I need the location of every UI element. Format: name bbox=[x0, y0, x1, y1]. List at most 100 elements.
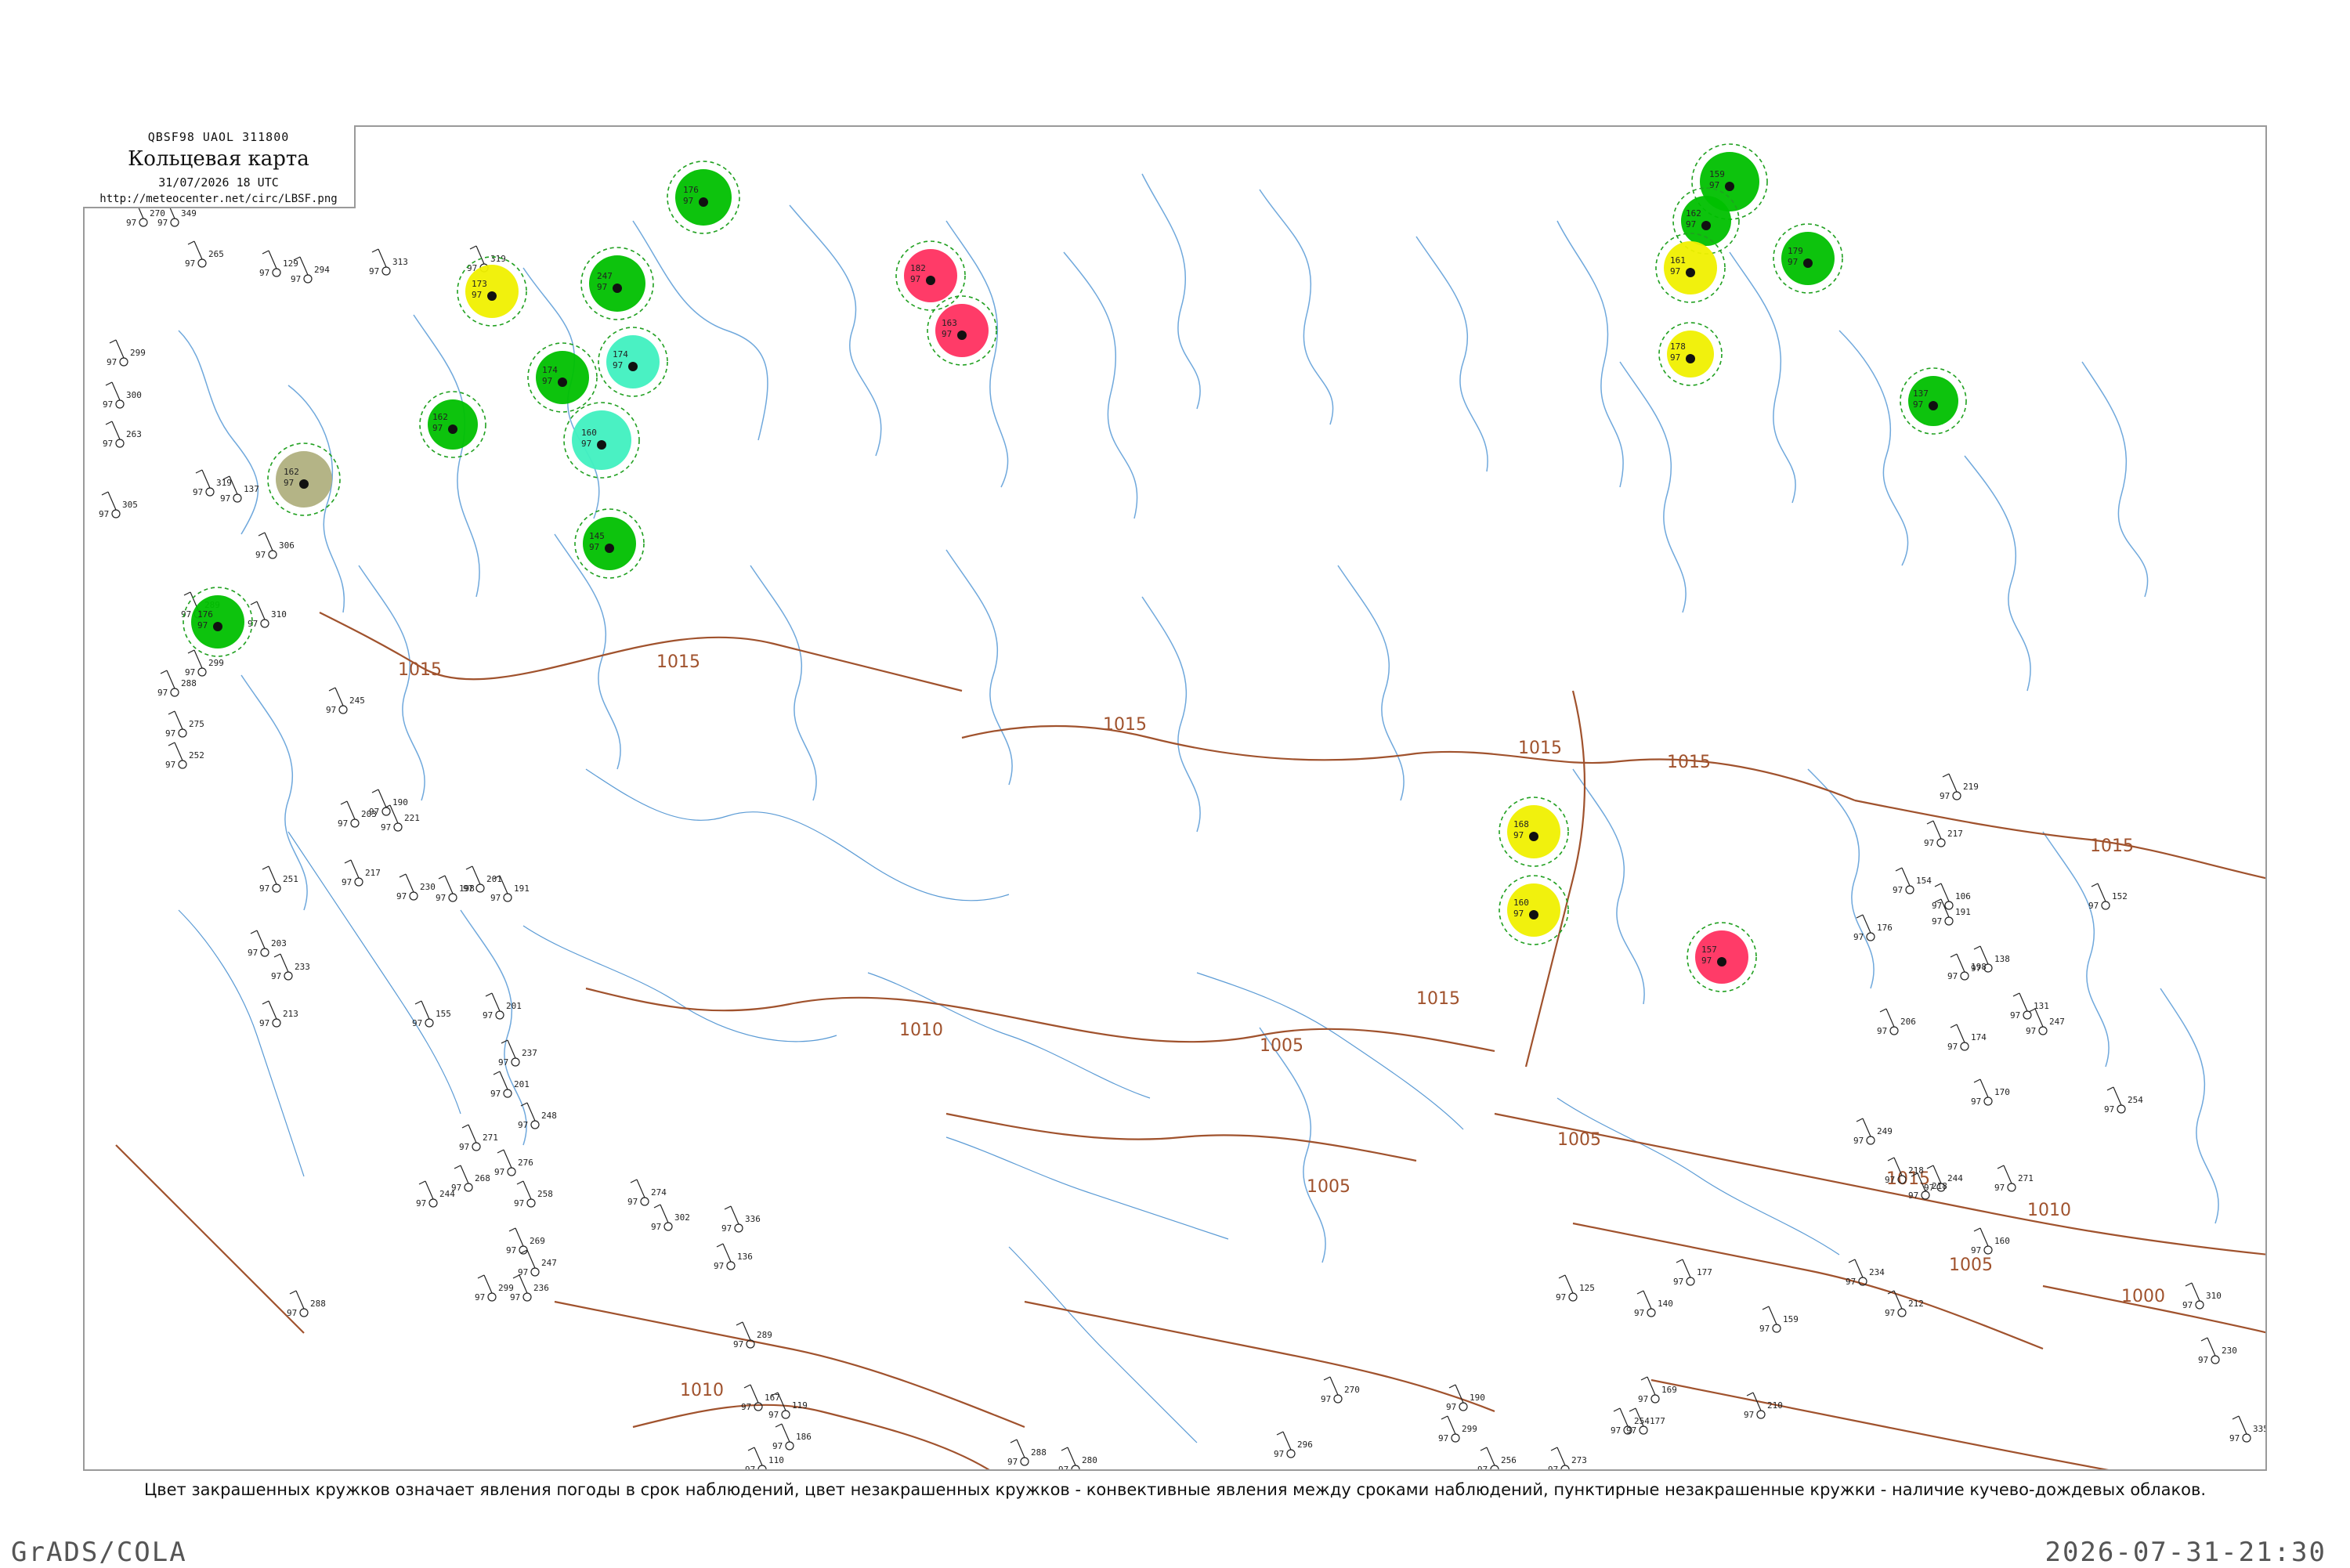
station-plot: 245 97 bbox=[326, 687, 365, 715]
station-plot: 201 97 bbox=[490, 1071, 530, 1099]
svg-text:97: 97 bbox=[126, 218, 136, 228]
svg-text:236: 236 bbox=[533, 1283, 549, 1293]
isobar-label: 1005 bbox=[1260, 1036, 1303, 1056]
svg-text:97: 97 bbox=[613, 360, 623, 370]
isobar-label: 1015 bbox=[1667, 753, 1711, 772]
station-plot: 155 97 bbox=[412, 1000, 451, 1028]
svg-text:97: 97 bbox=[416, 1198, 426, 1209]
svg-text:97: 97 bbox=[1885, 1308, 1895, 1318]
svg-text:97: 97 bbox=[432, 423, 443, 433]
svg-text:97: 97 bbox=[651, 1222, 661, 1232]
svg-text:310: 310 bbox=[2206, 1291, 2222, 1301]
weather-circle-rain: 17897 bbox=[1658, 322, 1723, 386]
station-plot: 313 97 bbox=[369, 248, 408, 276]
svg-text:97: 97 bbox=[459, 1142, 469, 1152]
svg-text:294: 294 bbox=[314, 265, 330, 275]
station-plot: 305 97 bbox=[99, 491, 138, 519]
station-plot: 249 97 bbox=[1853, 1118, 1893, 1146]
station-plot: 219 97 bbox=[1940, 773, 1979, 801]
station-plot: 271 97 bbox=[459, 1124, 498, 1152]
station-plot: 203 97 bbox=[248, 930, 287, 958]
svg-text:280: 280 bbox=[1082, 1455, 1097, 1465]
svg-text:97: 97 bbox=[248, 948, 258, 958]
svg-text:97: 97 bbox=[369, 266, 379, 276]
svg-text:106: 106 bbox=[1955, 891, 1971, 901]
svg-text:97: 97 bbox=[1853, 932, 1864, 942]
svg-text:97: 97 bbox=[1947, 1042, 1958, 1052]
svg-text:258: 258 bbox=[537, 1189, 553, 1199]
weather-circles-layer: 2479717697174971629714597176971599716297… bbox=[183, 143, 1967, 992]
svg-text:97: 97 bbox=[165, 760, 175, 770]
svg-text:176: 176 bbox=[683, 185, 699, 195]
svg-text:97: 97 bbox=[1670, 352, 1680, 363]
svg-text:136: 136 bbox=[737, 1252, 753, 1262]
svg-text:263: 263 bbox=[126, 429, 142, 439]
weather-circle-rain: 16097 bbox=[1499, 875, 1569, 945]
svg-text:97: 97 bbox=[103, 439, 113, 449]
svg-text:97: 97 bbox=[2088, 901, 2099, 911]
map-source-url[interactable]: http://meteocenter.net/circ/LBSF.png bbox=[83, 193, 354, 205]
svg-text:152: 152 bbox=[2112, 891, 2128, 901]
map-canvas: 1015 101510151015101510151015101510101010… bbox=[99, 131, 2265, 1469]
svg-text:97: 97 bbox=[220, 493, 230, 504]
svg-text:97: 97 bbox=[589, 542, 599, 552]
station-plot: 230 97 bbox=[396, 873, 436, 901]
svg-text:268: 268 bbox=[475, 1173, 490, 1183]
station-plot: 258 97 bbox=[514, 1180, 553, 1209]
svg-text:97: 97 bbox=[291, 274, 301, 284]
svg-text:97: 97 bbox=[498, 1057, 508, 1068]
station-plot: 217 97 bbox=[342, 859, 381, 887]
station-plot: 270 97 bbox=[1321, 1376, 1360, 1404]
svg-text:162: 162 bbox=[432, 412, 448, 422]
svg-text:206: 206 bbox=[1900, 1017, 1916, 1027]
svg-text:97: 97 bbox=[436, 893, 446, 903]
svg-text:97: 97 bbox=[107, 357, 117, 367]
svg-text:247: 247 bbox=[597, 271, 613, 281]
svg-text:249: 249 bbox=[1877, 1126, 1893, 1136]
svg-text:178: 178 bbox=[1670, 341, 1686, 352]
svg-text:97: 97 bbox=[581, 439, 591, 449]
station-plot: 167 97 bbox=[741, 1384, 780, 1412]
svg-text:210: 210 bbox=[1767, 1400, 1783, 1411]
svg-text:137: 137 bbox=[1913, 388, 1929, 399]
svg-text:319: 319 bbox=[490, 254, 506, 264]
weather-circle-thunder: 24797 bbox=[580, 247, 654, 320]
station-plot: 198 97 bbox=[1947, 953, 1987, 981]
station-plot: 26897 bbox=[451, 1165, 490, 1193]
svg-text:159: 159 bbox=[1783, 1314, 1799, 1324]
svg-text:174: 174 bbox=[1971, 1032, 1987, 1042]
svg-text:273: 273 bbox=[1571, 1455, 1587, 1465]
station-plot: 201 97 bbox=[483, 992, 522, 1021]
svg-text:247: 247 bbox=[541, 1258, 557, 1268]
svg-text:97: 97 bbox=[1556, 1292, 1566, 1302]
svg-text:138: 138 bbox=[1994, 954, 2010, 964]
svg-text:97: 97 bbox=[271, 971, 281, 981]
weather-circle-haze: 16297 bbox=[267, 443, 341, 516]
station-plot: 251 97 bbox=[259, 865, 298, 894]
station-plot: 252 97 bbox=[165, 742, 204, 770]
svg-text:97: 97 bbox=[193, 487, 203, 497]
svg-text:168: 168 bbox=[1513, 819, 1529, 829]
svg-text:97: 97 bbox=[2198, 1355, 2208, 1365]
svg-text:97: 97 bbox=[259, 1018, 269, 1028]
svg-text:254: 254 bbox=[2128, 1095, 2143, 1105]
station-plot: 288 97 bbox=[1007, 1439, 1047, 1467]
svg-text:233: 233 bbox=[295, 962, 310, 972]
svg-text:140: 140 bbox=[1658, 1299, 1673, 1309]
map-datetime: 31/07/2026 18 UTC bbox=[158, 175, 279, 190]
weather-map: 1015 1015 1015 1015 1015 1015 1015 1015 1010 1010… bbox=[83, 125, 2267, 1471]
svg-text:97: 97 bbox=[1634, 1308, 1644, 1318]
svg-text:269: 269 bbox=[530, 1236, 545, 1246]
legend-caption: Цвет закрашенных кружков означает явлени… bbox=[143, 1480, 2207, 1499]
isobar-label: 1015 bbox=[2090, 836, 2134, 856]
station-plot: 234 97 bbox=[1846, 1259, 1885, 1287]
station-plot: 174 97 bbox=[1947, 1024, 1987, 1052]
station-plot: 335 97 bbox=[2229, 1415, 2265, 1443]
svg-text:119: 119 bbox=[792, 1400, 808, 1411]
svg-text:271: 271 bbox=[2018, 1173, 2034, 1183]
svg-text:190: 190 bbox=[392, 797, 408, 807]
svg-text:97: 97 bbox=[475, 1292, 485, 1302]
svg-text:97: 97 bbox=[255, 550, 266, 560]
station-plot: 306 97 bbox=[255, 532, 295, 560]
svg-text:176: 176 bbox=[1877, 923, 1893, 933]
